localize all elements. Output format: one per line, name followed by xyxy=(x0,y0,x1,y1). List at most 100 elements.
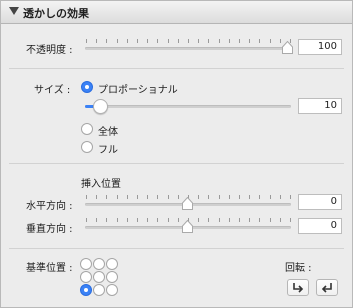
slider-tick xyxy=(259,218,260,222)
anchor-label: 基準位置 : xyxy=(26,263,73,274)
slider-tick xyxy=(86,195,87,199)
slider-tick xyxy=(157,218,158,222)
size-slider-thumb[interactable] xyxy=(93,99,108,114)
slider-tick xyxy=(249,39,250,43)
anchor-point-6[interactable] xyxy=(80,284,92,296)
slider-tick xyxy=(239,195,240,199)
watermark-effects-panel: 透かしの効果 不透明度 : 100 サイズ : プロポーショナル 10 全体 フ… xyxy=(0,0,353,308)
anchor-point-1[interactable] xyxy=(93,258,105,270)
slider-tick xyxy=(249,195,250,199)
slider-tick xyxy=(290,195,291,199)
slider-tick xyxy=(127,218,128,222)
vertical-slider-thumb[interactable] xyxy=(182,220,193,233)
slider-tick xyxy=(229,218,230,222)
rotate-label: 回転 : xyxy=(285,263,312,274)
size-value-field[interactable]: 10 xyxy=(298,98,342,114)
divider xyxy=(9,248,344,249)
vertical-label: 垂直方向 : xyxy=(26,224,73,235)
rotate-left-button[interactable] xyxy=(316,279,338,296)
slider-tick xyxy=(137,195,138,199)
anchor-point-2[interactable] xyxy=(106,258,118,270)
slider-tick xyxy=(229,39,230,43)
slider-tick xyxy=(239,39,240,43)
slider-tick xyxy=(147,218,148,222)
slider-tick xyxy=(96,195,97,199)
slider-tick xyxy=(188,39,189,43)
slider-tick xyxy=(198,218,199,222)
slider-tick xyxy=(259,195,260,199)
slider-tick xyxy=(208,195,209,199)
anchor-point-0[interactable] xyxy=(80,258,92,270)
anchor-point-5[interactable] xyxy=(106,271,118,283)
slider-tick xyxy=(86,39,87,43)
slider-tick xyxy=(280,39,281,43)
horizontal-slider-thumb[interactable] xyxy=(182,197,193,210)
slider-tick xyxy=(147,195,148,199)
radio-proportional[interactable] xyxy=(81,81,93,93)
slider-tick xyxy=(229,195,230,199)
slider-tick xyxy=(270,218,271,222)
slider-tick xyxy=(137,39,138,43)
slider-tick xyxy=(219,218,220,222)
radio-whole[interactable] xyxy=(81,123,93,135)
slider-tick xyxy=(280,195,281,199)
slider-tick xyxy=(117,39,118,43)
slider-tick xyxy=(127,195,128,199)
radio-full[interactable] xyxy=(81,141,93,153)
slider-tick xyxy=(147,39,148,43)
section-title: 透かしの効果 xyxy=(23,7,89,20)
slider-tick xyxy=(127,39,128,43)
opacity-slider-thumb[interactable] xyxy=(282,41,293,54)
slider-tick xyxy=(270,195,271,199)
slider-tick xyxy=(96,39,97,43)
horizontal-value-field[interactable]: 0 xyxy=(298,194,342,210)
anchor-grid xyxy=(80,258,120,298)
opacity-label: 不透明度 : xyxy=(26,45,73,56)
anchor-point-7[interactable] xyxy=(93,284,105,296)
disclosure-triangle-icon[interactable] xyxy=(9,7,19,15)
anchor-point-4[interactable] xyxy=(93,271,105,283)
slider-tick xyxy=(239,218,240,222)
slider-tick xyxy=(137,218,138,222)
radio-full-label: フル xyxy=(98,145,118,156)
insert-position-heading: 挿入位置 xyxy=(81,179,121,190)
slider-tick xyxy=(259,39,260,43)
divider xyxy=(9,68,344,69)
rotate-right-button[interactable] xyxy=(287,279,309,296)
horizontal-label: 水平方向 : xyxy=(26,201,73,212)
size-slider-track[interactable] xyxy=(85,105,291,108)
slider-tick xyxy=(168,195,169,199)
slider-tick xyxy=(106,39,107,43)
slider-tick xyxy=(117,218,118,222)
size-label: サイズ : xyxy=(34,85,71,96)
slider-tick xyxy=(280,218,281,222)
slider-tick xyxy=(117,195,118,199)
divider xyxy=(9,163,344,164)
slider-tick xyxy=(208,39,209,43)
vertical-value-field[interactable]: 0 xyxy=(298,218,342,234)
rotate-left-icon xyxy=(321,283,332,293)
slider-tick xyxy=(178,195,179,199)
slider-tick xyxy=(96,218,97,222)
anchor-point-3[interactable] xyxy=(80,271,92,283)
slider-tick xyxy=(168,218,169,222)
slider-tick xyxy=(168,39,169,43)
slider-tick xyxy=(178,218,179,222)
slider-tick xyxy=(219,195,220,199)
slider-tick xyxy=(198,39,199,43)
slider-tick xyxy=(208,218,209,222)
opacity-ticks xyxy=(86,39,291,44)
anchor-point-8[interactable] xyxy=(106,284,118,296)
slider-tick xyxy=(157,39,158,43)
radio-whole-label: 全体 xyxy=(98,127,118,138)
slider-tick xyxy=(157,195,158,199)
opacity-slider-track[interactable] xyxy=(85,47,291,50)
rotate-right-icon xyxy=(293,283,304,293)
section-header[interactable]: 透かしの効果 xyxy=(1,1,352,24)
slider-tick xyxy=(178,39,179,43)
slider-tick xyxy=(290,218,291,222)
slider-tick xyxy=(270,39,271,43)
slider-tick xyxy=(249,218,250,222)
slider-tick xyxy=(106,195,107,199)
opacity-value-field[interactable]: 100 xyxy=(298,39,342,55)
